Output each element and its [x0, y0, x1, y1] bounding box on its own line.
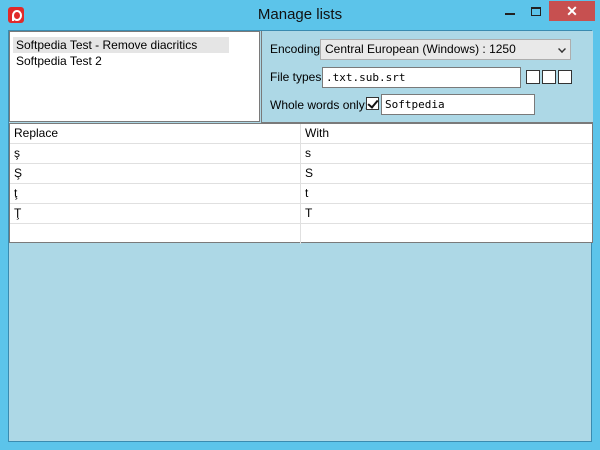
list-item[interactable]: Softpedia Test - Remove diacritics [13, 37, 229, 53]
with-cell[interactable] [301, 224, 592, 244]
minimize-icon [505, 13, 515, 15]
replace-cell[interactable]: ţ [10, 184, 301, 204]
title-bar[interactable]: Manage lists ✕ [0, 0, 600, 30]
chevron-down-icon [558, 45, 566, 53]
replace-cell[interactable]: Ş [10, 164, 301, 184]
table-row[interactable]: ţ t [10, 184, 592, 204]
client-area: Softpedia Test - Remove diacritics Softp… [8, 30, 593, 442]
option-box-2[interactable] [542, 70, 556, 84]
replace-cell[interactable] [10, 224, 301, 244]
column-header-replace[interactable]: Replace [10, 124, 301, 144]
column-header-with[interactable]: With [301, 124, 592, 144]
maximize-icon [531, 6, 541, 16]
whole-words-input[interactable]: Softpedia [381, 94, 535, 115]
minimize-button[interactable] [497, 1, 523, 21]
option-box-3[interactable] [558, 70, 572, 84]
table-row[interactable]: ş s [10, 144, 592, 164]
list-item[interactable]: Softpedia Test 2 [13, 53, 229, 69]
whole-words-label: Whole words only: [270, 98, 369, 112]
table-header: Replace With [10, 124, 592, 144]
lists-listbox[interactable]: Softpedia Test - Remove diacritics Softp… [9, 31, 260, 122]
with-cell[interactable]: S [301, 164, 592, 184]
replace-cell[interactable]: Ţ [10, 204, 301, 224]
encoding-label: Encoding: [270, 42, 324, 56]
manage-lists-window: Manage lists ✕ Softpedia Test - Remove d… [0, 0, 600, 450]
replace-table: Replace With ş s Ş S ţ t Ţ T [9, 123, 593, 244]
list-settings-panel: Encoding: Central European (Windows) : 1… [261, 31, 593, 123]
table-row[interactable]: Ş S [10, 164, 592, 184]
close-icon: ✕ [566, 2, 578, 19]
with-cell[interactable]: t [301, 184, 592, 204]
replace-cell[interactable]: ş [10, 144, 301, 164]
file-types-label: File types: [270, 70, 325, 84]
encoding-select[interactable]: Central European (Windows) : 1250 [320, 39, 571, 60]
close-button[interactable]: ✕ [549, 1, 595, 21]
table-row[interactable]: Ţ T [10, 204, 592, 224]
option-box-1[interactable] [526, 70, 540, 84]
new-table-row[interactable] [10, 224, 592, 244]
with-cell[interactable]: s [301, 144, 592, 164]
maximize-button[interactable] [523, 1, 549, 21]
whole-words-checkbox[interactable] [366, 97, 379, 110]
file-types-input[interactable]: .txt.sub.srt [322, 67, 521, 88]
encoding-value: Central European (Windows) : 1250 [325, 42, 516, 56]
with-cell[interactable]: T [301, 204, 592, 224]
